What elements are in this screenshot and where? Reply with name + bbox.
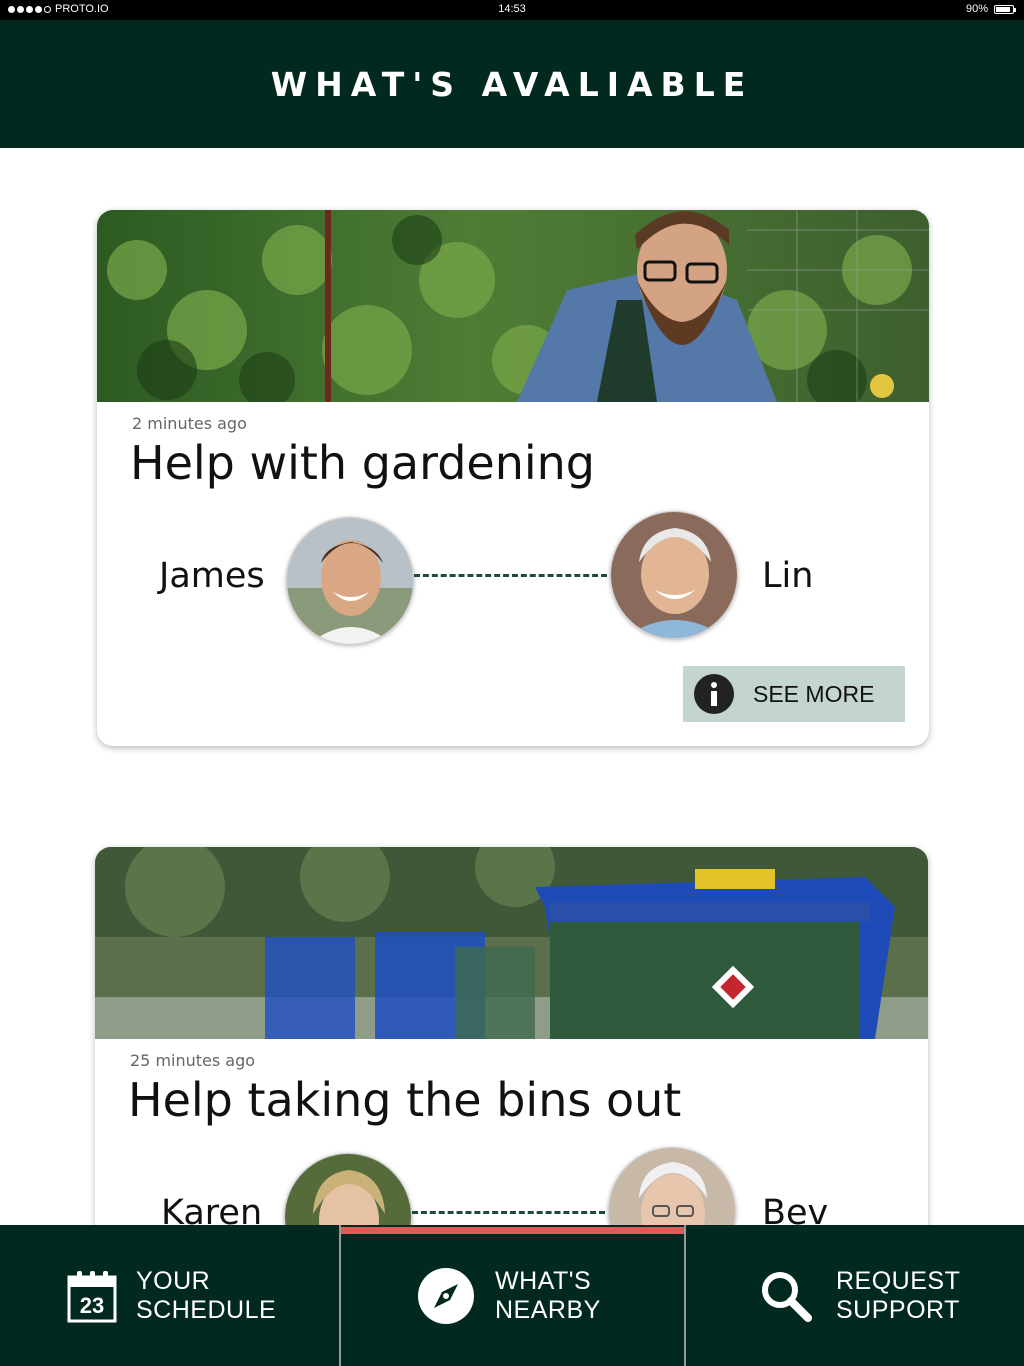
gardening-photo [97,210,929,402]
see-more-button[interactable]: SEE MORE [683,666,905,722]
posted-time: 2 minutes ago [132,414,247,433]
bins-photo [95,847,928,1039]
nav-label-line: WHAT'S [495,1266,592,1295]
active-indicator [341,1227,684,1234]
nav-your-schedule[interactable]: 23 YOUR SCHEDULE [0,1225,339,1366]
helper-avatar [286,517,414,645]
nav-label: YOUR SCHEDULE [136,1267,276,1325]
helper-name: James [159,556,265,596]
battery-status: 90% [965,3,1016,15]
battery-icon [994,4,1016,14]
battery-percent: 90% [965,3,988,15]
recipient-name: Lin [762,556,814,596]
page-header: WHAT'S AVALIABLE [0,20,1024,148]
search-icon [760,1270,812,1322]
nav-label-line: YOUR [136,1266,211,1295]
request-title: Help taking the bins out [128,1073,682,1127]
status-time: 14:53 [498,3,526,15]
posted-time: 25 minutes ago [130,1051,256,1070]
nav-label-line: SCHEDULE [136,1295,277,1324]
nav-request-support[interactable]: REQUEST SUPPORT [686,1225,1024,1366]
svg-text:23: 23 [80,1293,104,1318]
calendar-icon: 23 [67,1269,117,1323]
bottom-nav: 23 YOUR SCHEDULE WHAT'S NEARBY REQUEST S… [0,1225,1024,1366]
nav-label: REQUEST SUPPORT [836,1267,960,1325]
match-connector [412,1211,605,1214]
request-title: Help with gardening [130,436,595,490]
see-more-label: SEE MORE [753,680,875,707]
page-title: WHAT'S AVALIABLE [270,64,754,104]
nav-label-line: REQUEST [836,1266,961,1295]
status-bar: PROTO.IO 14:53 90% [0,0,1024,20]
nav-whats-nearby[interactable]: WHAT'S NEARBY [339,1225,686,1366]
nav-label: WHAT'S NEARBY [495,1267,601,1325]
request-card[interactable]: 2 minutes ago Help with gardening James … [97,210,929,746]
nav-label-line: NEARBY [495,1295,601,1324]
info-icon [694,674,734,714]
nav-label-line: SUPPORT [836,1295,960,1324]
match-connector [414,574,607,577]
recipient-avatar [610,511,738,639]
compass-icon [417,1267,475,1325]
